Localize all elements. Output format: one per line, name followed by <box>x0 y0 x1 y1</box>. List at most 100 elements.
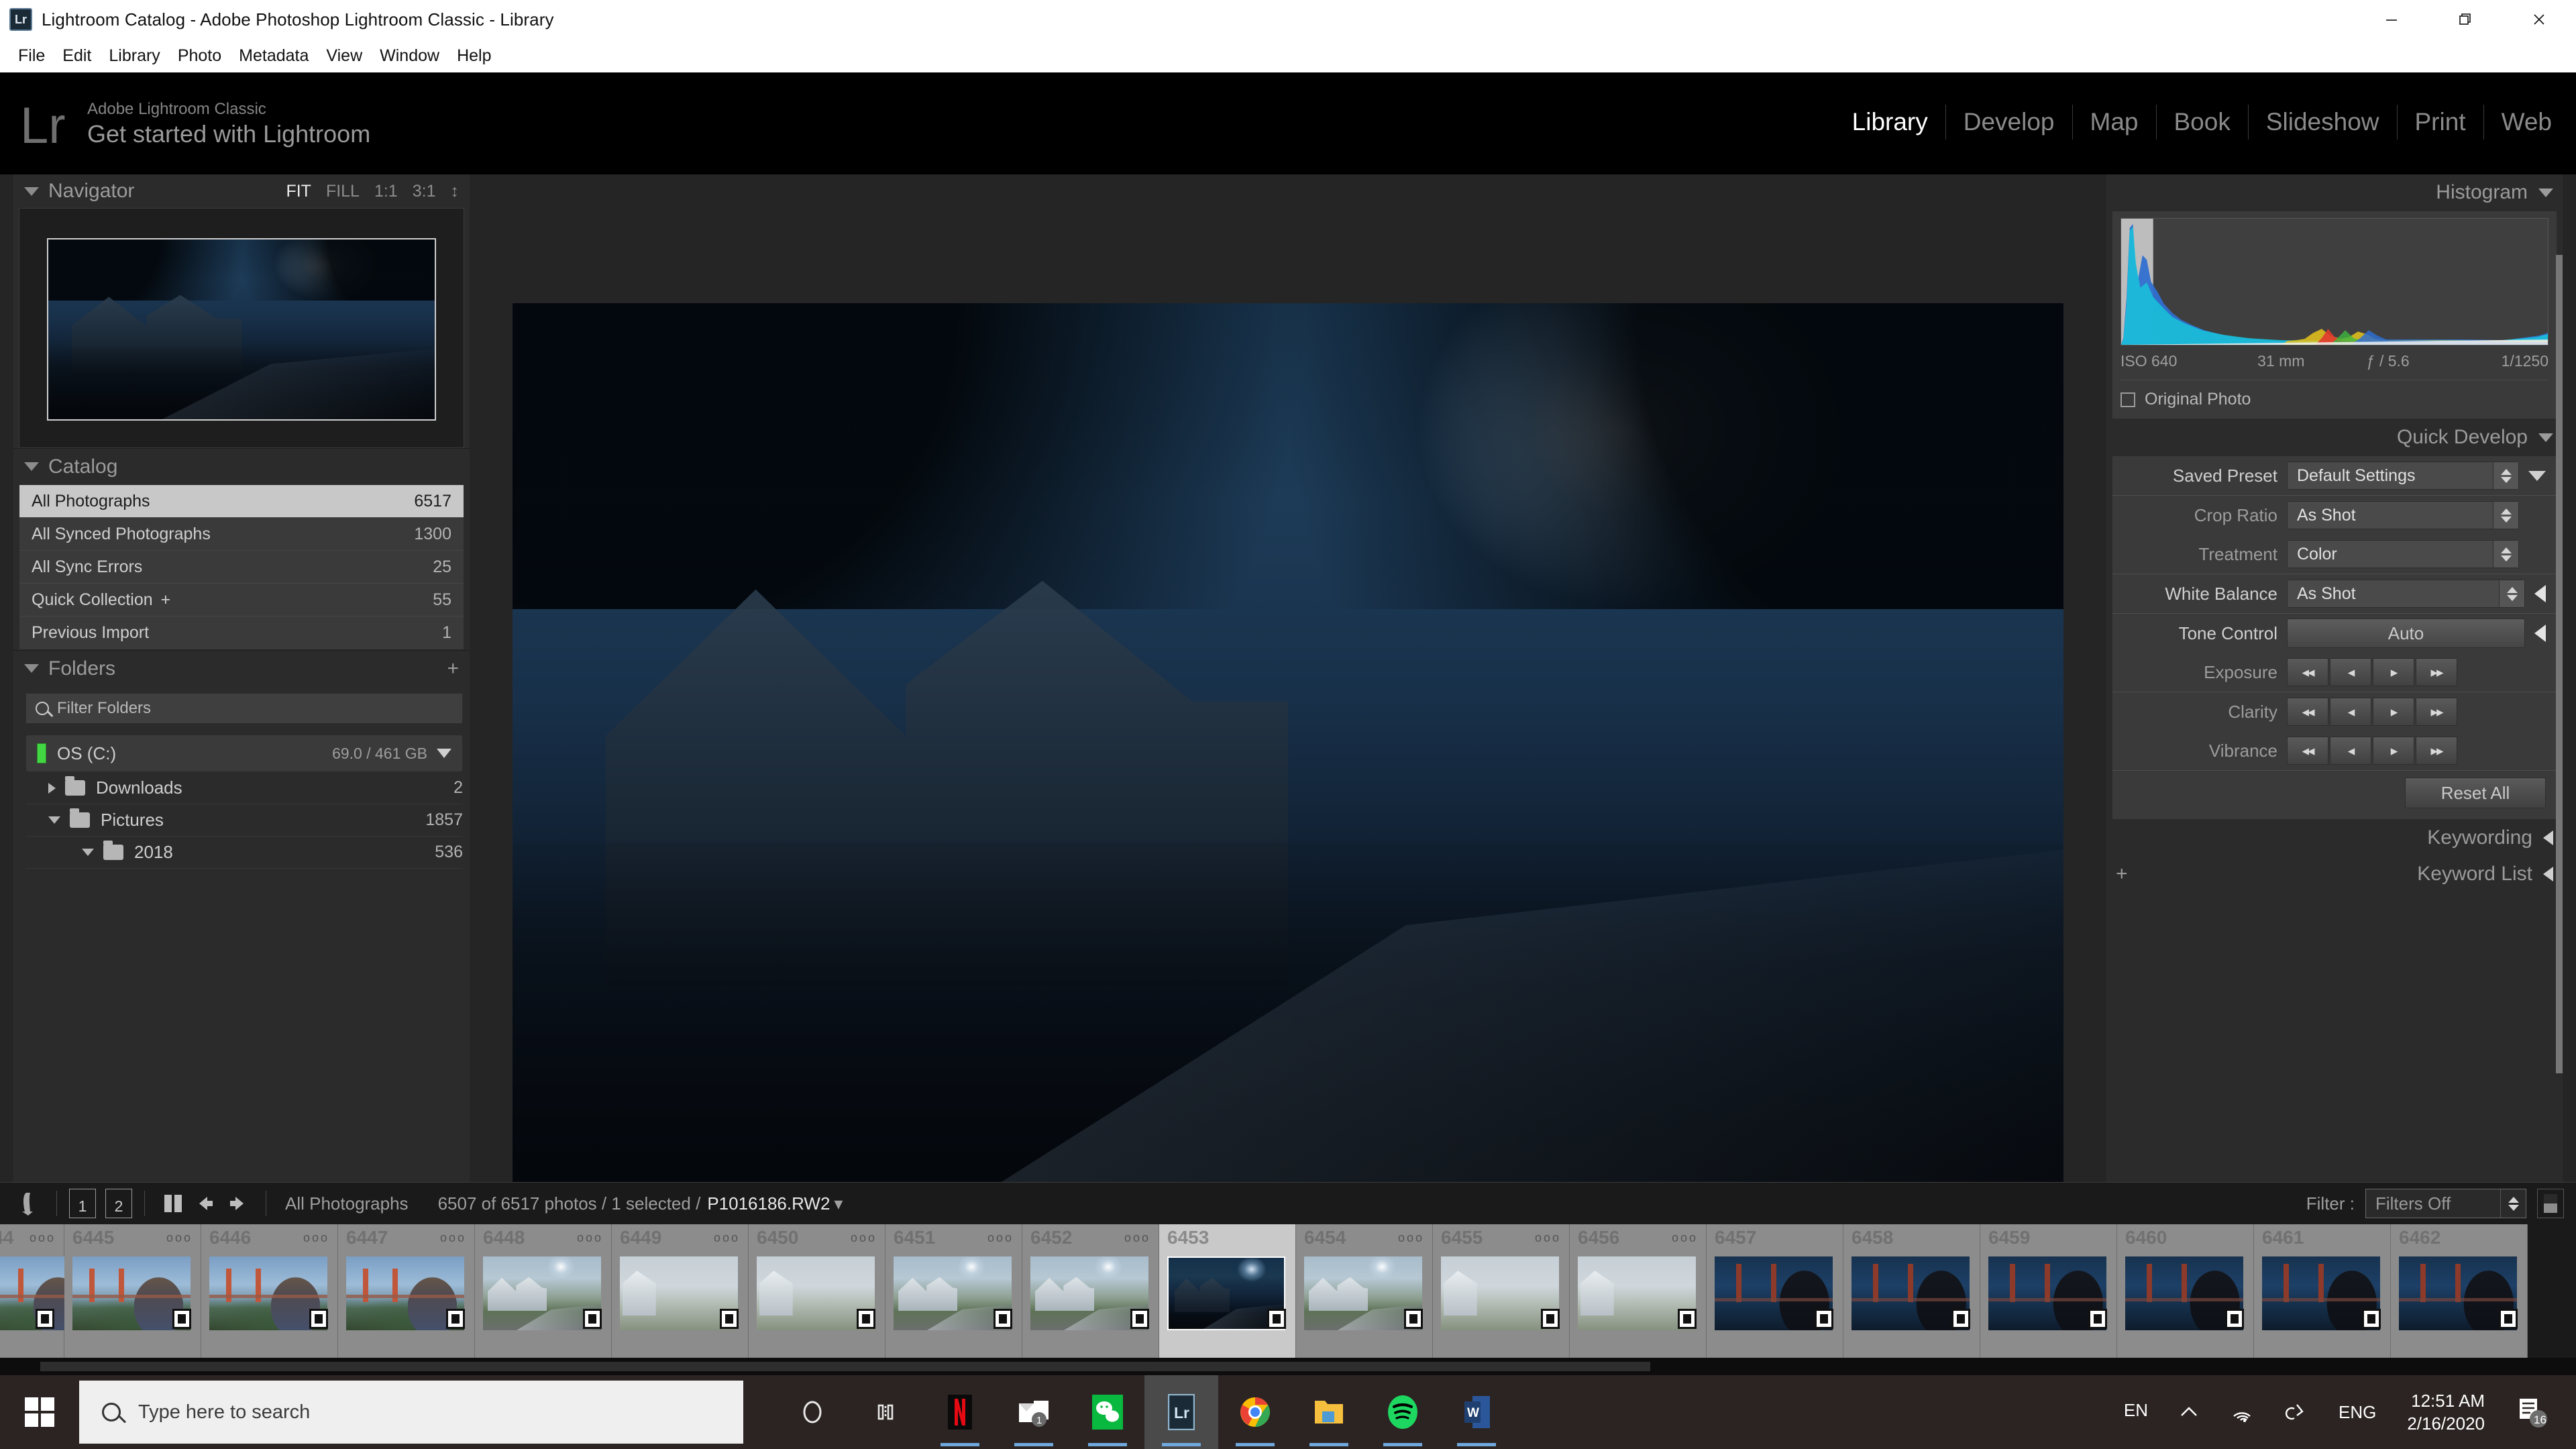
exposure-increase-button[interactable]: ▸ <box>2373 658 2414 686</box>
module-develop[interactable]: Develop <box>1946 105 2073 140</box>
notification-center-icon[interactable]: 16 <box>2501 1395 2565 1430</box>
filmstrip-thumbnails[interactable]: 6444 ooo 6445 ooo 6446 ooo 6447 ooo <box>0 1224 2576 1358</box>
stepper-icon[interactable] <box>2493 462 2518 489</box>
saved-preset-expand-icon[interactable] <box>2528 471 2546 481</box>
keywording-expand-icon[interactable] <box>2543 830 2553 845</box>
histogram-collapse-icon[interactable] <box>2538 189 2553 197</box>
zoom-mode-fit[interactable]: FIT <box>286 182 311 201</box>
zoom-mode-1-1[interactable]: 1:1 <box>374 182 398 201</box>
folder-row-2018[interactable]: 2018 536 <box>25 837 463 869</box>
menu-photo[interactable]: Photo <box>169 46 230 66</box>
quick-develop-collapse-icon[interactable] <box>2538 433 2553 442</box>
file-explorer-icon[interactable] <box>1292 1375 1366 1449</box>
filter-select[interactable]: Filters Off <box>2365 1189 2526 1218</box>
zoom-mode-3-1[interactable]: 3:1 <box>413 182 436 201</box>
volume-icon[interactable] <box>2270 1401 2324 1424</box>
clarity-increase-button[interactable]: ▸ <box>2373 698 2414 726</box>
quick-develop-header[interactable]: Quick Develop <box>2106 419 2563 455</box>
filmstrip-grid-icon[interactable] <box>12 1189 44 1218</box>
folder-row-downloads[interactable]: Downloads 2 <box>25 772 463 804</box>
mail-icon[interactable]: 1 <box>997 1375 1071 1449</box>
taskbar-search-input[interactable]: Type here to search <box>79 1381 743 1444</box>
vibrance-decrease-big-button[interactable]: ◂◂ <box>2287 737 2328 765</box>
wechat-icon[interactable] <box>1071 1375 1144 1449</box>
filmstrip-item[interactable]: 6445 ooo <box>64 1224 201 1358</box>
tone-control-expand-icon[interactable] <box>2534 625 2546 642</box>
menu-edit[interactable]: Edit <box>54 46 100 66</box>
zoom-mode-fill[interactable]: FILL <box>326 182 360 201</box>
folders-collapse-icon[interactable] <box>24 664 39 673</box>
filmstrip-item[interactable]: 6444 ooo <box>0 1224 64 1358</box>
filmstrip-item[interactable]: 6462 <box>2391 1224 2528 1358</box>
filmstrip-source[interactable]: All Photographs <box>285 1193 409 1214</box>
filmstrip-item-selected[interactable]: 6453 <box>1159 1224 1296 1358</box>
tone-auto-button[interactable]: Auto <box>2287 619 2525 648</box>
start-button[interactable] <box>0 1375 79 1449</box>
treatment-select[interactable]: Color <box>2287 540 2519 568</box>
folder-collapse-icon[interactable] <box>48 816 60 824</box>
lightroom-icon[interactable]: Lr <box>1144 1375 1218 1449</box>
keyword-list-expand-icon[interactable] <box>2543 867 2553 881</box>
filter-stepper-icon[interactable] <box>2500 1189 2526 1218</box>
taskbar-clock[interactable]: 12:51 AM 2/16/2020 <box>2391 1389 2501 1435</box>
filmstrip-item[interactable]: 6460 <box>2117 1224 2254 1358</box>
filmstrip-item[interactable]: 6450 ooo <box>749 1224 885 1358</box>
keyword-list-header[interactable]: + Keyword List <box>2106 856 2563 892</box>
catalog-header[interactable]: Catalog <box>13 448 470 484</box>
filmstrip-item[interactable]: 6454 ooo <box>1296 1224 1433 1358</box>
wifi-icon[interactable] <box>2215 1401 2270 1423</box>
collapse-triangle-icon[interactable] <box>24 187 39 196</box>
tray-language-indicator[interactable]: EN <box>2109 1389 2163 1421</box>
filmstrip-item[interactable]: 6451 ooo <box>885 1224 1022 1358</box>
vibrance-increase-big-button[interactable]: ▸▸ <box>2416 737 2457 765</box>
identity-plate[interactable]: Adobe Lightroom Classic Get started with… <box>87 99 370 149</box>
catalog-collapse-icon[interactable] <box>24 462 39 471</box>
module-slideshow[interactable]: Slideshow <box>2249 105 2398 140</box>
filmstrip-item[interactable]: 6461 <box>2254 1224 2391 1358</box>
navigator-header[interactable]: Navigator FIT FILL 1:1 3:1 ↕ <box>13 174 470 208</box>
keywording-header[interactable]: Keywording <box>2106 820 2563 856</box>
chrome-icon[interactable] <box>1218 1375 1292 1449</box>
right-panel-scrollbar[interactable] <box>2556 255 2563 1073</box>
filmstrip-item[interactable]: 6448 ooo <box>475 1224 612 1358</box>
navigator-preview[interactable] <box>19 208 464 448</box>
add-folder-icon[interactable]: + <box>447 659 459 679</box>
add-keyword-icon[interactable]: + <box>2116 863 2128 885</box>
catalog-item-all-sync-errors[interactable]: All Sync Errors 25 <box>19 551 464 584</box>
filmstrip-item[interactable]: 6447 ooo <box>338 1224 475 1358</box>
stepper-icon[interactable] <box>2493 502 2518 529</box>
tray-keyboard-language[interactable]: ENG <box>2324 1402 2391 1423</box>
clarity-decrease-button[interactable]: ◂ <box>2330 698 2371 726</box>
nav-forward-icon[interactable] <box>221 1189 254 1218</box>
zoom-stepper-icon[interactable]: ↕ <box>451 184 460 199</box>
module-print[interactable]: Print <box>2398 105 2484 140</box>
folder-collapse-icon[interactable] <box>82 849 94 856</box>
filmstrip-scrollbar[interactable] <box>0 1358 2576 1375</box>
spotify-icon[interactable] <box>1366 1375 1440 1449</box>
vibrance-decrease-button[interactable]: ◂ <box>2330 737 2371 765</box>
volume-row-os-c[interactable]: OS (C:) 69.0 / 461 GB <box>25 735 463 772</box>
clarity-increase-big-button[interactable]: ▸▸ <box>2416 698 2457 726</box>
saved-preset-select[interactable]: Default Settings <box>2287 462 2519 490</box>
module-web[interactable]: Web <box>2484 105 2561 140</box>
maximize-restore-button[interactable] <box>2428 0 2502 39</box>
crop-ratio-select[interactable]: As Shot <box>2287 501 2519 529</box>
stepper-icon[interactable] <box>2493 541 2518 568</box>
volume-menu-caret-icon[interactable] <box>437 749 451 758</box>
catalog-item-all-photographs[interactable]: All Photographs 6517 <box>19 485 464 518</box>
netflix-icon[interactable] <box>923 1375 997 1449</box>
menu-metadata[interactable]: Metadata <box>230 46 317 66</box>
module-book[interactable]: Book <box>2157 105 2249 140</box>
exposure-decrease-button[interactable]: ◂ <box>2330 658 2371 686</box>
catalog-item-previous-import[interactable]: Previous Import 1 <box>19 616 464 649</box>
filename-caret-icon[interactable]: ▾ <box>834 1193 843 1214</box>
show-hidden-icons-icon[interactable] <box>2163 1402 2215 1422</box>
filmstrip-item[interactable]: 6457 <box>1707 1224 1843 1358</box>
quick-collection-plus-icon[interactable]: + <box>161 590 171 610</box>
exposure-increase-big-button[interactable]: ▸▸ <box>2416 658 2457 686</box>
task-view-icon[interactable] <box>849 1375 923 1449</box>
screen-2-button[interactable]: 2 <box>105 1189 132 1218</box>
clarity-decrease-big-button[interactable]: ◂◂ <box>2287 698 2328 726</box>
filmstrip-item[interactable]: 6452 ooo <box>1022 1224 1159 1358</box>
reset-all-button[interactable]: Reset All <box>2405 777 2546 808</box>
